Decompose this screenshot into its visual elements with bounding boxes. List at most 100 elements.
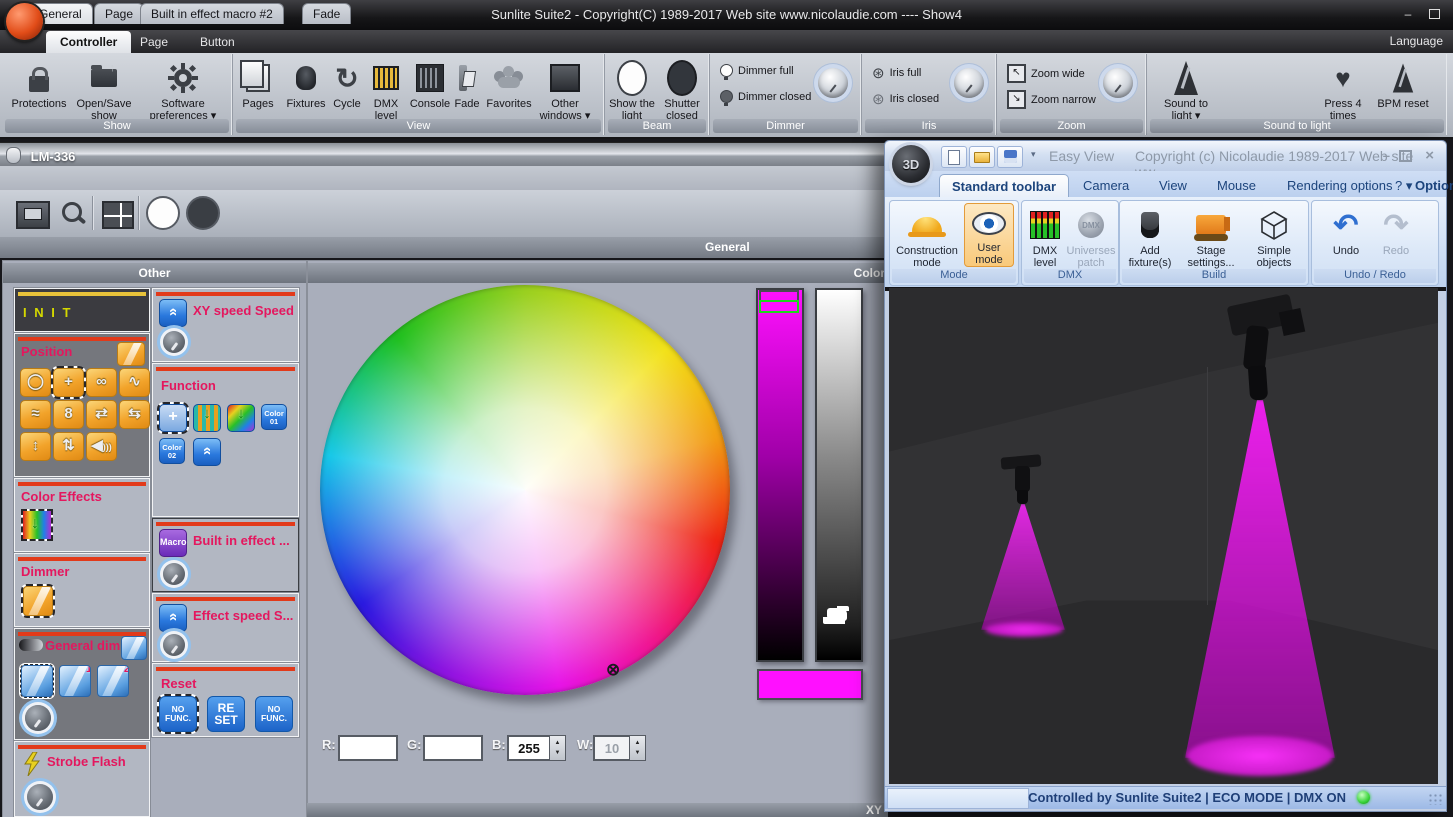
position-pan2-button[interactable]: ⇆	[119, 400, 150, 429]
tab-page[interactable]: Page	[126, 31, 182, 53]
pages-button[interactable]: Pages	[233, 58, 283, 110]
qat-save-button[interactable]	[997, 146, 1023, 168]
position-corner-button[interactable]	[117, 342, 145, 366]
color-intensity-slider[interactable]	[756, 288, 804, 662]
universes-patch-button[interactable]: DMX Universes patch	[1066, 205, 1116, 269]
g-input[interactable]	[423, 735, 483, 761]
qat-new-button[interactable]	[941, 146, 967, 168]
maximize-button[interactable]	[1423, 9, 1445, 23]
general-dim-knob[interactable]	[25, 705, 51, 731]
general-dim-1-button[interactable]: 1	[59, 665, 91, 697]
r-input[interactable]	[338, 735, 398, 761]
3d-viewport[interactable]	[889, 288, 1438, 784]
easyview-close-button[interactable]: ×	[1425, 147, 1434, 164]
other-windows-button[interactable]: Other windows ▾	[533, 58, 597, 122]
qat-dropdown-icon[interactable]: ▾	[1031, 149, 1036, 160]
minimize-button[interactable]: –	[1397, 8, 1419, 22]
dimmer-beam-button[interactable]	[21, 584, 55, 618]
undo-button[interactable]: ↶ Undo	[1324, 205, 1368, 258]
add-fixtures-button[interactable]: Add fixture(s)	[1122, 205, 1178, 269]
redo-button[interactable]: ↷ Redo	[1376, 205, 1416, 258]
lm336-tab-fade[interactable]: Fade	[302, 3, 352, 24]
b-spinner[interactable]: ▲ ▼	[549, 735, 566, 761]
zoom-search-button[interactable]	[62, 202, 82, 222]
layout-grid-button[interactable]	[102, 201, 134, 229]
easyview-titlebar[interactable]: ▾ Easy View Copyright (c) Nicolaudie 198…	[885, 141, 1446, 180]
init-block[interactable]: I N I T	[14, 288, 150, 332]
lm336-tab-builtin-macro[interactable]: Built in effect macro #2	[140, 3, 284, 24]
function-rainbow-down-button[interactable]: ↓	[227, 404, 255, 432]
function-move-button[interactable]: +	[157, 402, 189, 434]
general-dim-2-button[interactable]: 2	[97, 665, 129, 697]
lm336-titlebar[interactable]: LM-336	[0, 142, 905, 167]
press-4-times-button[interactable]: ♥ Press 4 times	[1313, 58, 1373, 123]
sound-to-light-button[interactable]: Sound to light ▾	[1157, 58, 1215, 122]
ev-dmx-level-button[interactable]: DMX level	[1024, 205, 1066, 269]
position-eight-button[interactable]: 8	[53, 400, 84, 429]
position-pan-button[interactable]: ⇄	[86, 400, 117, 429]
position-tilt2-button[interactable]: ⇅	[53, 432, 84, 461]
preview-window-button[interactable]	[16, 201, 50, 229]
color-wheel-marker-icon[interactable]: ⊗	[606, 660, 620, 680]
construction-mode-button[interactable]: Construction mode	[894, 205, 960, 269]
w-spinner[interactable]: ▲ ▼	[629, 735, 646, 761]
position-center-button[interactable]: +	[51, 366, 86, 399]
effect-speed-knob[interactable]	[163, 634, 185, 656]
builtin-knob[interactable]	[163, 563, 185, 585]
b-spin-down-icon[interactable]: ▼	[555, 750, 561, 756]
xy-section-bar[interactable]: XY	[307, 803, 888, 817]
beam-open-toggle[interactable]	[146, 196, 180, 230]
w-spin-up-icon[interactable]: ▲	[635, 740, 641, 746]
tab-button[interactable]: Button	[186, 31, 249, 53]
iris-full-button[interactable]: ⊛ Iris full	[872, 64, 921, 82]
dimmer-full-button[interactable]: Dimmer full	[720, 64, 794, 80]
iris-closed-button[interactable]: ⊛ Iris closed	[872, 90, 939, 108]
slider-handle[interactable]	[759, 300, 799, 313]
tab-controller[interactable]: Controller	[46, 31, 132, 53]
b-spin-up-icon[interactable]: ▲	[555, 740, 561, 746]
qat-open-button[interactable]	[969, 146, 995, 168]
ev-tab-mouse[interactable]: Mouse	[1205, 174, 1268, 197]
easyview-maximize-button[interactable]	[1399, 150, 1412, 162]
strobe-knob[interactable]	[27, 784, 53, 810]
reset-nofunc1-button[interactable]: NO FUNC.	[157, 694, 199, 734]
easyview-minimize-button[interactable]: –	[1383, 148, 1390, 163]
position-sound-button[interactable]: ◀)))	[86, 432, 117, 461]
open-save-show-button[interactable]: Open/Save show	[72, 58, 136, 122]
b-input[interactable]	[507, 735, 551, 761]
general-dim-corner-button[interactable]	[121, 636, 147, 660]
ev-options-menu[interactable]: Options ▾	[1403, 174, 1453, 216]
position-rings-button[interactable]: ∞	[86, 368, 117, 397]
reset-nofunc2-button[interactable]: NO FUNC.	[255, 696, 293, 732]
lm336-tab-page[interactable]: Page	[94, 3, 145, 24]
ev-tab-standard-toolbar[interactable]: Standard toolbar	[939, 174, 1070, 198]
white-level-slider[interactable]	[815, 288, 863, 662]
w-spin-down-icon[interactable]: ▼	[635, 750, 641, 756]
language-menu[interactable]: Language	[1390, 34, 1443, 48]
beam-closed-toggle[interactable]	[186, 196, 220, 230]
color-effects-rainbow-button[interactable]: ↓	[21, 509, 53, 541]
shutter-closed-button[interactable]: Shutter closed	[659, 58, 705, 122]
position-wave-button[interactable]: ≈	[20, 400, 51, 429]
position-tilt-button[interactable]: ↕	[20, 432, 51, 461]
favorites-button[interactable]: Favorites	[481, 58, 537, 110]
color-wheel[interactable]	[320, 285, 730, 695]
dmx-level-button[interactable]: DMX level	[361, 58, 411, 122]
ev-tab-view[interactable]: View	[1147, 174, 1199, 197]
general-dim-all-button[interactable]	[20, 664, 54, 698]
function-color02-button[interactable]: Color 02	[159, 438, 185, 464]
zoom-narrow-button[interactable]: ↘ Zoom narrow	[1007, 90, 1096, 109]
software-preferences-button[interactable]: Software preferences ▾	[140, 58, 226, 122]
dimmer-closed-button[interactable]: Dimmer closed	[720, 90, 811, 106]
resize-grip[interactable]	[1428, 793, 1442, 805]
position-circle-button[interactable]: ◯	[20, 368, 51, 397]
protections-button[interactable]: Protections	[8, 58, 70, 110]
user-mode-button[interactable]: User mode	[964, 203, 1014, 267]
reset-reset-button[interactable]: RE SET	[207, 696, 245, 732]
zoom-wide-button[interactable]: ↖ Zoom wide	[1007, 64, 1085, 83]
drag-hand-icon[interactable]	[827, 608, 847, 621]
w-input[interactable]	[593, 735, 631, 761]
function-grid-down-button[interactable]: ↓	[193, 404, 221, 432]
ev-tab-camera[interactable]: Camera	[1071, 174, 1141, 197]
function-speed-button[interactable]: »	[193, 438, 221, 466]
